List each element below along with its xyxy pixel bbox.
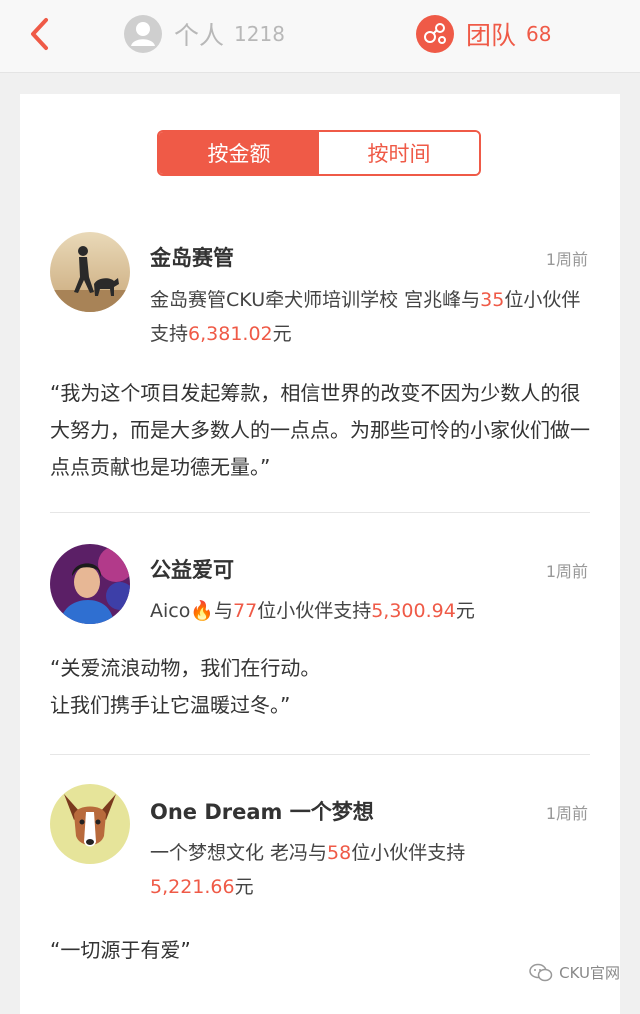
sort-toggle: 按金额 按时间 <box>157 130 481 176</box>
watermark-text: CKU官网 <box>559 962 620 983</box>
supporter-quote: “关爱流浪动物，我们在行动。 让我们携手让它温暖过冬。” <box>50 650 595 724</box>
currency-unit: 元 <box>273 323 292 345</box>
avatar <box>50 784 130 864</box>
divider <box>50 512 590 513</box>
tab-team[interactable]: 团队 68 <box>416 14 551 54</box>
team-icon <box>416 15 454 53</box>
sort-by-time-button[interactable]: 按时间 <box>319 132 479 174</box>
quote-line: 让我们携手让它温暖过冬。” <box>50 687 595 724</box>
tab-personal-count: 1218 <box>234 22 285 46</box>
divider <box>50 754 590 755</box>
summary-text: 一个梦想文化 老冯与 <box>150 842 327 864</box>
avatar <box>50 544 130 624</box>
tab-personal-label: 个人 <box>174 16 224 52</box>
currency-unit: 元 <box>456 600 475 622</box>
tab-team-count: 68 <box>526 22 551 46</box>
sort-by-amount-button[interactable]: 按金额 <box>159 132 319 174</box>
time-ago: 1周前 <box>546 558 588 582</box>
supporter-name: 公益爱可 <box>150 554 234 584</box>
time-ago: 1周前 <box>546 800 588 824</box>
supporter-quote: “一切源于有爱” <box>50 932 595 969</box>
watermark: CKU官网 <box>529 962 620 983</box>
supporter-count: 58 <box>327 842 351 864</box>
supporter-name: 金岛赛管 <box>150 242 234 272</box>
supporter-count: 35 <box>480 289 504 311</box>
supporters-card: 按金额 按时间 金岛赛管 1周前 金岛赛管CKU牵犬师培训学校 <box>20 94 620 1014</box>
support-summary: 一个梦想文化 老冯与58位小伙伴支持 5,221.66元 <box>150 836 520 904</box>
tab-personal[interactable]: 个人 1218 <box>124 14 285 54</box>
wechat-icon <box>529 963 553 983</box>
support-amount: 5,300.94 <box>371 600 456 622</box>
back-button[interactable] <box>26 14 56 54</box>
supporter-name: One Dream 一个梦想 <box>150 796 374 826</box>
support-summary: Aico🔥与77位小伙伴支持5,300.94元 <box>150 594 590 628</box>
currency-unit: 元 <box>235 876 254 898</box>
supporter-quote: “我为这个项目发起筹款，相信世界的改变不因为少数人的很大努力，而是大多数人的一点… <box>50 375 595 486</box>
avatar <box>50 232 130 312</box>
person-icon <box>124 15 162 53</box>
quote-line: “关爱流浪动物，我们在行动。 <box>50 650 595 687</box>
chevron-left-icon <box>26 14 56 54</box>
time-ago: 1周前 <box>546 246 588 270</box>
supporter-count: 77 <box>233 600 257 622</box>
summary-text: 金岛赛管CKU牵犬师培训学校 宫兆峰与 <box>150 289 480 311</box>
summary-text: Aico🔥与 <box>150 600 233 622</box>
support-amount: 5,221.66 <box>150 876 235 898</box>
support-summary: 金岛赛管CKU牵犬师培训学校 宫兆峰与35位小伙伴支持6,381.02元 <box>150 283 590 351</box>
top-nav-bar: 个人 1218 团队 68 <box>0 0 640 73</box>
support-amount: 6,381.02 <box>188 323 273 345</box>
summary-text: 位小伙伴支持 <box>257 600 371 622</box>
summary-text: 位小伙伴支持 <box>351 842 465 864</box>
tab-team-label: 团队 <box>466 16 516 52</box>
